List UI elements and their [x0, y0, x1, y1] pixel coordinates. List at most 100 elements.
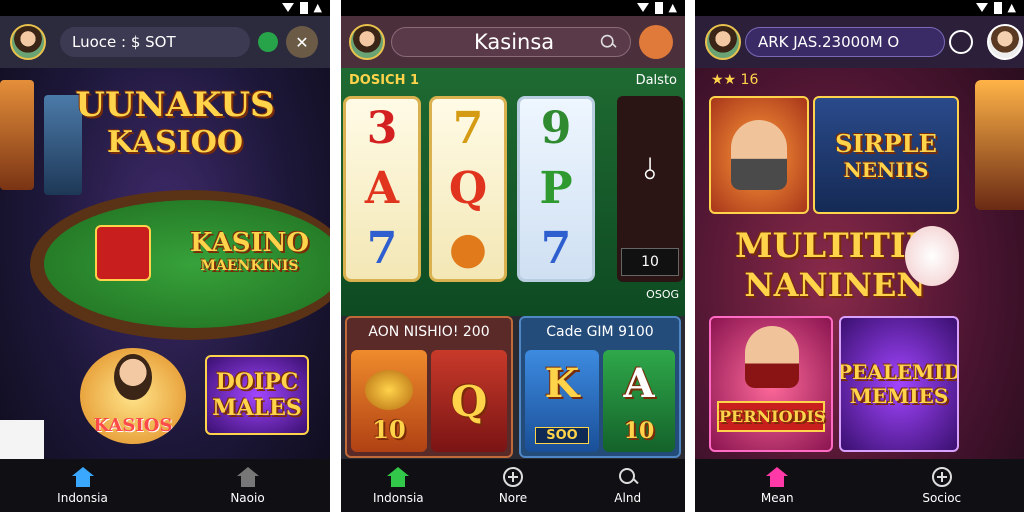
- promo-card-right[interactable]: Cade GIM 9100 K SOO A 10: [519, 316, 681, 458]
- card-chip-art: [95, 225, 151, 281]
- reel-symbol: Q: [448, 163, 488, 214]
- game-card-kasios[interactable]: KASIOS: [80, 348, 186, 444]
- side-reel-value: 10: [621, 248, 679, 276]
- reel-symbol: 9: [540, 103, 572, 154]
- plus-icon: [931, 466, 952, 487]
- reel-symbol: ●: [448, 223, 488, 274]
- nav-label: Indonsia: [373, 490, 424, 505]
- section-left-label: DOSICH 1: [349, 73, 420, 88]
- game-card-pealemid-memies[interactable]: PEALEMID MEMIES: [839, 316, 959, 452]
- plus-icon: [503, 466, 523, 487]
- promo-tile[interactable]: K SOO: [525, 350, 599, 452]
- promo-card-left[interactable]: AON NISHIO! 200 10 Q: [345, 316, 513, 458]
- search-icon[interactable]: [949, 30, 973, 54]
- side-reel: ⫰ 10: [617, 96, 683, 282]
- nav-label: Mean: [760, 490, 794, 505]
- home-icon: [71, 466, 94, 487]
- slot-machine-art: [975, 80, 1024, 210]
- promo-tile-symbol: K: [544, 360, 580, 407]
- signal-icon: [636, 3, 649, 12]
- reel-symbol: 7: [452, 103, 484, 154]
- header-title: Kasinsa: [474, 30, 555, 54]
- nav-label: Naoio: [230, 490, 265, 505]
- table-title-line-2: MAENKINIS: [200, 258, 299, 274]
- character-portrait: [731, 120, 787, 190]
- reel-symbol: 3: [366, 103, 398, 154]
- coin-icon: [365, 370, 413, 410]
- promo-tile-symbol: Q: [450, 376, 488, 426]
- promo-tile[interactable]: 10: [351, 350, 427, 452]
- reel-symbol: 7: [540, 223, 572, 274]
- avatar[interactable]: [705, 24, 741, 60]
- home-icon: [387, 466, 410, 487]
- nav-label: Alnd: [614, 490, 642, 505]
- nav-item-home[interactable]: Indonsia: [341, 459, 456, 512]
- promo-tile-symbol: A: [623, 360, 655, 407]
- search-bar[interactable]: Kasinsa: [391, 27, 631, 57]
- close-icon[interactable]: ✕: [286, 26, 318, 58]
- battery-icon: [993, 1, 1002, 14]
- profile-avatar[interactable]: [987, 24, 1023, 60]
- home-icon: [766, 466, 789, 487]
- hero-title: UUNAKUS KASIOO: [70, 85, 280, 160]
- promo-title: AON NISHIO! 200: [368, 324, 490, 340]
- wifi-icon: ▲: [313, 1, 322, 14]
- hero-title-line-1: UUNAKUS: [75, 85, 275, 125]
- character-portrait: [745, 326, 799, 388]
- balance-display: ARK JAS.23000M O: [745, 27, 945, 57]
- reel-symbol: A: [364, 163, 400, 214]
- game-card-title-line-2: MALES: [212, 395, 302, 421]
- dice-art: [0, 420, 44, 460]
- phone-screen-3: ▲ ARK JAS.23000M O ★★ 16 SIRPLE NENIIS M…: [695, 0, 1024, 512]
- status-bar: ▲: [0, 0, 330, 16]
- search-icon: [600, 34, 616, 50]
- table-title: KASINO MAENKINIS: [190, 228, 309, 274]
- nav-label: Nore: [498, 490, 528, 505]
- house-icon: [236, 466, 259, 487]
- signal-icon: [975, 3, 988, 12]
- mascot-art: [905, 226, 959, 286]
- game-card-title-line-2: MEMIES: [849, 384, 949, 408]
- nav-item-socioc[interactable]: Socioc: [860, 459, 1024, 512]
- battery-icon: [654, 1, 663, 14]
- nav-item-home[interactable]: Indonsia: [0, 459, 165, 512]
- nav-item-naoio[interactable]: Naoio: [165, 459, 330, 512]
- promo-tile-value: SOO: [535, 427, 589, 444]
- coin-icon[interactable]: [258, 32, 278, 52]
- hero-title-line-2: NANINEN: [744, 266, 926, 304]
- game-card-character[interactable]: [709, 96, 809, 214]
- status-bar: ▲: [341, 0, 685, 16]
- nav-item-nore[interactable]: Nore: [456, 459, 571, 512]
- balance-display: Luoce : $ SOT: [60, 27, 250, 57]
- bottom-nav: Mean Socioc: [695, 459, 1024, 512]
- game-card-doipc-males[interactable]: DOIPC MALES: [205, 355, 309, 435]
- menu-icon[interactable]: [639, 25, 673, 59]
- game-card-perniodis[interactable]: PERNIODIS: [709, 316, 833, 452]
- promo-tile-value: 10: [372, 415, 406, 444]
- side-reel-symbol: ⫰: [643, 152, 657, 187]
- game-card-title-line-1: PEALEMID: [839, 360, 959, 384]
- phone-screen-1: ▲ Luoce : $ SOT ✕ UUNAKUS KASIOO KASINO …: [0, 0, 330, 512]
- signal-icon: [281, 3, 294, 12]
- reel-2: 7 Q ●: [429, 96, 507, 282]
- game-card-title-line-1: DOIPC: [215, 369, 299, 395]
- promo-tile-value: 10: [623, 418, 655, 444]
- game-card-title-line-1: SIRPLE: [835, 128, 937, 158]
- slot-machine-art: [0, 80, 34, 190]
- reel-symbol: P: [539, 163, 573, 214]
- nav-item-mean[interactable]: Mean: [695, 459, 860, 512]
- promo-tile[interactable]: A 10: [603, 350, 675, 452]
- nav-label: Socioc: [922, 490, 962, 505]
- promo-tile[interactable]: Q: [431, 350, 507, 452]
- avatar[interactable]: [10, 24, 46, 60]
- hero-title: MULTITIM NANINEN: [735, 226, 943, 304]
- nav-item-alnd[interactable]: Alnd: [570, 459, 685, 512]
- top-bar: Luoce : $ SOT ✕: [0, 16, 330, 68]
- balance-label: Luoce : $ SOT: [72, 33, 176, 51]
- bottom-nav: Indonsia Nore Alnd: [341, 459, 685, 512]
- game-card-sirple-neniis[interactable]: SIRPLE NENIIS: [813, 96, 959, 214]
- section-right-label: Dalsto: [635, 73, 677, 88]
- avatar[interactable]: [349, 24, 385, 60]
- phone-screen-2: ▲ Kasinsa DOSICH 1 Dalsto 3 A 7 7 Q ● 9 …: [341, 0, 685, 512]
- status-bar: ▲: [695, 0, 1024, 16]
